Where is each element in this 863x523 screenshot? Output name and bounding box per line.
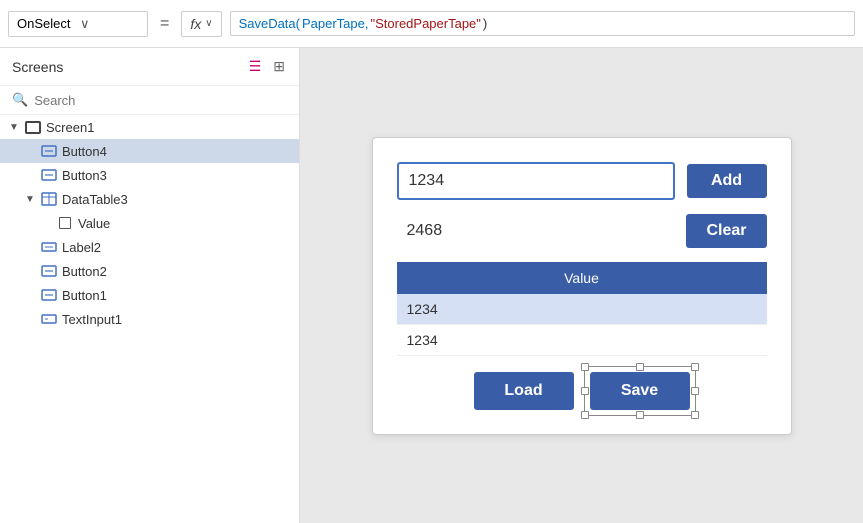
screen-icon xyxy=(24,118,42,136)
sidebar-item-label: TextInput1 xyxy=(62,312,122,327)
sidebar-search: 🔍 xyxy=(0,86,299,115)
expand-arrow: ▼ xyxy=(24,194,36,205)
sidebar-item-label: Button4 xyxy=(62,144,107,159)
input-row: Add xyxy=(397,162,767,200)
load-button[interactable]: Load xyxy=(474,372,574,410)
sidebar-item-label: Value xyxy=(78,216,110,231)
textinput-icon xyxy=(40,310,58,328)
fx-icon: fx xyxy=(190,16,201,32)
sidebar-item-label2[interactable]: Label2 xyxy=(0,235,299,259)
app-frame: Add 2468 Clear Value 12341234 Load xyxy=(372,137,792,435)
grid-view-icon[interactable]: ⊞ xyxy=(271,56,287,77)
handle-top-left[interactable] xyxy=(581,363,589,371)
handle-top-right[interactable] xyxy=(691,363,699,371)
search-input[interactable] xyxy=(34,93,287,108)
save-button[interactable]: Save xyxy=(590,372,690,410)
fx-chevron-icon: ∨ xyxy=(205,18,212,29)
event-selector-value: OnSelect xyxy=(17,16,76,31)
tree-area: ▼ Screen1 Button4 Button3 xyxy=(0,115,299,523)
formula-close: ) xyxy=(483,16,487,31)
formula-content: SaveData( PaperTape, "StoredPaperTape" ) xyxy=(239,16,846,31)
formula-arg1: PaperTape, xyxy=(302,16,369,31)
sidebar-item-label: Label2 xyxy=(62,240,101,255)
chevron-down-icon: ∨ xyxy=(80,16,139,32)
sidebar-item-button2[interactable]: Button2 xyxy=(0,259,299,283)
button-icon xyxy=(40,142,58,160)
checkbox-icon xyxy=(56,214,74,232)
sidebar-title: Screens xyxy=(12,59,63,75)
sidebar-item-button1[interactable]: Button1 xyxy=(0,283,299,307)
sidebar-item-datatable3[interactable]: ▼ DataTable3 xyxy=(0,187,299,211)
datatable-icon xyxy=(40,190,58,208)
sidebar-item-textinput1[interactable]: TextInput1 xyxy=(0,307,299,331)
text-input-field[interactable] xyxy=(397,162,675,200)
bottom-row: Load Save xyxy=(397,372,767,410)
handle-bot-mid[interactable] xyxy=(636,411,644,419)
sidebar-item-value[interactable]: Value xyxy=(0,211,299,235)
sidebar-item-label: Button1 xyxy=(62,288,107,303)
event-selector[interactable]: OnSelect ∨ xyxy=(8,11,148,37)
sidebar-item-label: Screen1 xyxy=(46,120,94,135)
handle-mid-left[interactable] xyxy=(581,387,589,395)
add-button[interactable]: Add xyxy=(687,164,767,198)
sidebar-item-button4[interactable]: Button4 xyxy=(0,139,299,163)
sidebar: Screens ☰ ⊞ 🔍 ▼ Screen1 xyxy=(0,48,300,523)
display-value: 2468 xyxy=(397,218,675,244)
table-row: 1234 xyxy=(397,294,767,325)
formula-function: SaveData( xyxy=(239,16,300,31)
main-layout: Screens ☰ ⊞ 🔍 ▼ Screen1 xyxy=(0,48,863,523)
sidebar-item-button3[interactable]: Button3 xyxy=(0,163,299,187)
button-icon xyxy=(40,262,58,280)
handle-mid-right[interactable] xyxy=(691,387,699,395)
equals-sign: = xyxy=(156,15,173,33)
button-icon xyxy=(40,166,58,184)
canvas-area: Add 2468 Clear Value 12341234 Load xyxy=(300,48,863,523)
expand-arrow: ▼ xyxy=(8,122,20,133)
search-icon: 🔍 xyxy=(12,92,28,108)
list-view-icon[interactable]: ☰ xyxy=(247,56,264,77)
sidebar-item-screen1[interactable]: ▼ Screen1 xyxy=(0,115,299,139)
table-header-value: Value xyxy=(397,262,767,294)
sidebar-header: Screens ☰ ⊞ xyxy=(0,48,299,86)
data-table: Value 12341234 xyxy=(397,262,767,356)
formula-bar[interactable]: SaveData( PaperTape, "StoredPaperTape" ) xyxy=(230,11,855,36)
display-row: 2468 Clear xyxy=(397,214,767,248)
sidebar-item-label: Button3 xyxy=(62,168,107,183)
sidebar-item-label: Button2 xyxy=(62,264,107,279)
sidebar-item-label: DataTable3 xyxy=(62,192,128,207)
sidebar-icons: ☰ ⊞ xyxy=(247,56,287,77)
button-icon xyxy=(40,286,58,304)
top-bar: OnSelect ∨ = fx ∨ SaveData( PaperTape, "… xyxy=(0,0,863,48)
handle-bot-left[interactable] xyxy=(581,411,589,419)
label-icon xyxy=(40,238,58,256)
table-row: 1234 xyxy=(397,324,767,355)
fx-button[interactable]: fx ∨ xyxy=(181,11,221,37)
clear-button[interactable]: Clear xyxy=(686,214,766,248)
save-button-wrapper: Save xyxy=(590,372,690,410)
handle-bot-right[interactable] xyxy=(691,411,699,419)
handle-top-mid[interactable] xyxy=(636,363,644,371)
formula-string: "StoredPaperTape" xyxy=(370,16,480,31)
